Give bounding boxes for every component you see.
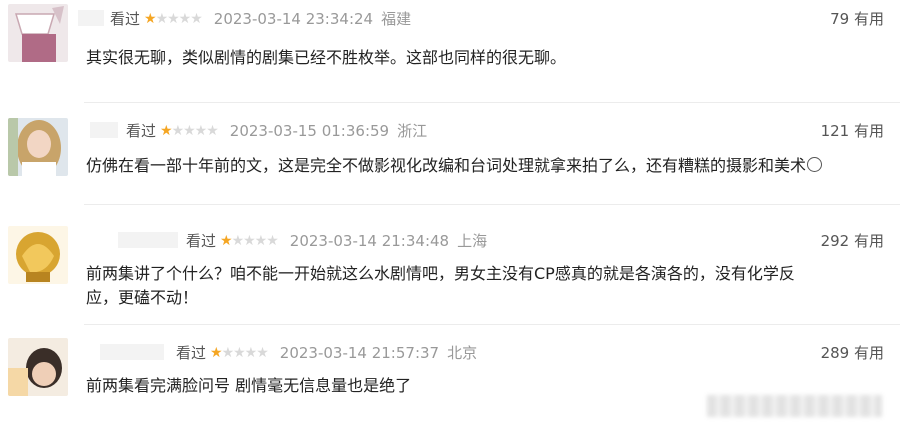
- star-icon: ★★★★: [231, 232, 279, 249]
- review-time: 2023-03-14 21:34:48: [289, 231, 450, 250]
- avatar[interactable]: [8, 226, 68, 284]
- divider: [84, 102, 900, 103]
- useful-vote[interactable]: 121 有用: [821, 120, 884, 141]
- useful-label: 有用: [853, 122, 884, 140]
- watch-status: 看过: [126, 122, 157, 140]
- rating-stars: ★★★★★: [220, 232, 279, 249]
- watermark-blur: [707, 395, 882, 417]
- star-icon: ★: [144, 10, 157, 27]
- review-content: 仿佛在看一部十年前的文，这是完全不做影视化改编和台词处理就拿来拍了么，还有糟糕的…: [86, 154, 823, 178]
- star-icon: ★★★★: [171, 122, 219, 139]
- useful-label: 有用: [853, 232, 884, 250]
- useful-count: 292: [820, 232, 850, 250]
- username-redacted[interactable]: [118, 232, 178, 248]
- star-icon: ★: [220, 232, 233, 249]
- username-redacted[interactable]: [90, 122, 118, 138]
- smiley-icon: [807, 157, 823, 172]
- star-icon: ★★★★: [155, 10, 203, 27]
- useful-count: 289: [820, 344, 850, 362]
- rating-stars: ★★★★★: [210, 344, 269, 361]
- useful-label: 有用: [853, 344, 884, 362]
- useful-vote[interactable]: 289 有用: [821, 342, 884, 363]
- review-region: 浙江: [397, 122, 428, 140]
- avatar[interactable]: [8, 4, 68, 62]
- review-content: 前两集讲了个什么？咱不能一开始就这么水剧情吧，男女主没有CP感真的就是各演各的，…: [86, 264, 795, 307]
- watch-status: 看过: [110, 10, 141, 28]
- star-icon: ★: [210, 344, 223, 361]
- review-item: 看过 ★★★★★ 2023-03-15 01:36:59 浙江 121 有用 仿…: [0, 112, 900, 212]
- review-content: 其实很无聊，类似剧情的剧集已经不胜枚举。这部也同样的很无聊。: [86, 48, 567, 67]
- review-region: 上海: [457, 232, 488, 250]
- useful-vote[interactable]: 79 有用: [830, 8, 884, 29]
- rating-stars: ★★★★★: [160, 122, 219, 139]
- star-icon: ★★★★: [221, 344, 269, 361]
- rating-stars: ★★★★★: [144, 10, 203, 27]
- review-item: 看过 ★★★★★ 2023-03-14 21:34:48 上海 292 有用 前…: [0, 222, 900, 325]
- useful-vote[interactable]: 292 有用: [821, 230, 884, 251]
- review-content: 前两集看完满脸问号 剧情毫无信息量也是绝了: [86, 376, 412, 395]
- review-list: 看过 ★★★★★ 2023-03-14 23:34:24 福建 79 有用 其实…: [0, 0, 900, 429]
- review-item: 看过 ★★★★★ 2023-03-14 23:34:24 福建 79 有用 其实…: [0, 0, 900, 103]
- watch-status: 看过: [186, 232, 217, 250]
- username-redacted[interactable]: [78, 10, 104, 26]
- useful-count: 121: [820, 122, 850, 140]
- review-time: 2023-03-14 21:57:37: [279, 343, 440, 362]
- review-region: 北京: [447, 344, 478, 362]
- username-redacted[interactable]: [100, 344, 164, 360]
- useful-count: 79: [830, 10, 850, 28]
- review-text: 仿佛在看一部十年前的文，这是完全不做影视化改编和台词处理就拿来拍了么，还有糟糕的…: [86, 156, 807, 175]
- watch-status: 看过: [176, 344, 207, 362]
- review-time: 2023-03-14 23:34:24: [213, 9, 374, 28]
- review-region: 福建: [381, 10, 412, 28]
- avatar[interactable]: [8, 338, 68, 396]
- star-icon: ★: [160, 122, 173, 139]
- useful-label: 有用: [853, 10, 884, 28]
- divider: [84, 324, 900, 325]
- avatar[interactable]: [8, 118, 68, 176]
- divider: [84, 204, 900, 205]
- review-time: 2023-03-15 01:36:59: [229, 121, 390, 140]
